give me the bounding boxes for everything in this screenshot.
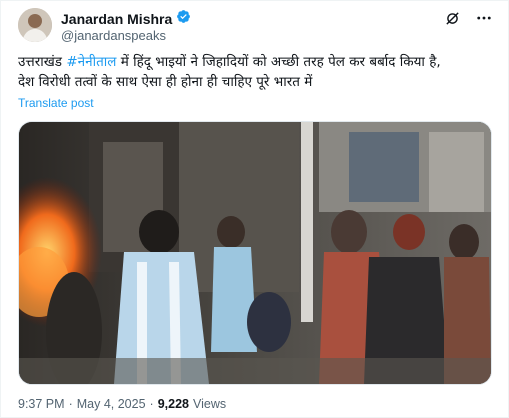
meta-separator: · bbox=[68, 397, 73, 411]
tweet-actions bbox=[442, 8, 494, 28]
tweet-meta: 9:37 PM · May 4, 2025 · 9,228 Views bbox=[18, 397, 226, 411]
author-name-row: Janardan Mishra bbox=[61, 9, 191, 29]
tweet-date[interactable]: May 4, 2025 bbox=[77, 397, 146, 411]
more-options-icon[interactable] bbox=[474, 8, 494, 28]
tweet-text: उत्तराखंड #नेनीताल में हिंदू भाइयों ने ज… bbox=[18, 52, 498, 92]
author-handle[interactable]: @janardanspeaks bbox=[61, 28, 166, 43]
tweet-text-line2: देश विरोधी तत्वों के साथ ऐसा ही होना ही … bbox=[18, 74, 313, 90]
author-name[interactable]: Janardan Mishra bbox=[61, 11, 172, 27]
avatar-image bbox=[18, 8, 52, 42]
translate-post-link[interactable]: Translate post bbox=[18, 96, 94, 110]
tweet-card: Janardan Mishra @janardanspeaks उत्तराखं… bbox=[0, 0, 509, 418]
tweet-text-line1-prefix: उत्तराखंड bbox=[18, 54, 67, 70]
verified-badge-icon bbox=[176, 9, 191, 29]
views-count: 9,228 bbox=[157, 397, 189, 411]
author-avatar[interactable] bbox=[18, 8, 52, 42]
hashtag-link[interactable]: #नेनीताल bbox=[66, 54, 116, 70]
grok-icon[interactable] bbox=[442, 8, 462, 28]
meta-separator-2: · bbox=[149, 397, 154, 411]
views-label: Views bbox=[192, 397, 227, 411]
tweet-time[interactable]: 9:37 PM bbox=[18, 397, 65, 411]
tweet-media-image[interactable] bbox=[18, 121, 492, 385]
tweet-text-line1-suffix: में हिंदू भाइयों ने जिहादियों को अच्छी त… bbox=[116, 54, 441, 70]
